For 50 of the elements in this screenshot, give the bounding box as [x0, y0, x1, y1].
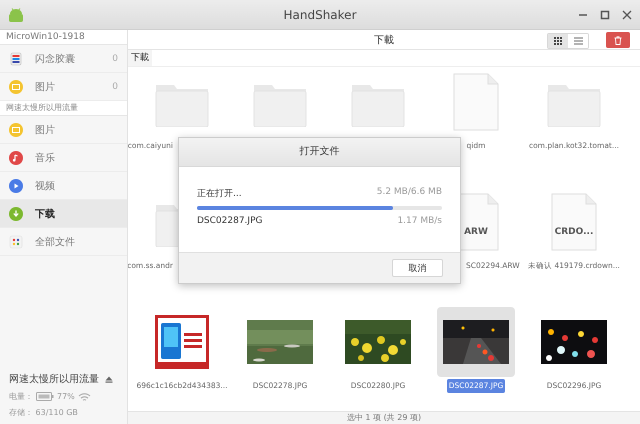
play-icon — [9, 178, 23, 192]
wifi-icon — [78, 392, 91, 402]
item-label: 图片 — [35, 80, 56, 94]
grid-icon — [554, 37, 562, 45]
battery-label: 电量： — [9, 391, 33, 402]
android-icon — [7, 8, 25, 22]
progress-status: 正在打开... — [197, 188, 242, 200]
item-label: 下载 — [35, 208, 56, 220]
list-icon — [574, 37, 582, 45]
eject-icon[interactable] — [105, 376, 113, 382]
item-label: 音乐 — [35, 152, 56, 164]
progress-size: 5.2 MB/6.6 MB — [376, 187, 442, 199]
item-label: 视频 — [35, 180, 56, 192]
image-icon — [9, 80, 23, 94]
item-count: 0 — [112, 54, 118, 64]
device-title: 网速太慢所以用流量 — [9, 372, 99, 386]
sidebar-item[interactable]: 全部文件 — [0, 228, 127, 256]
breadcrumb[interactable]: 下載 — [128, 50, 152, 66]
storage-info: 存储： 63/110 GB — [9, 407, 79, 418]
dialog-title: 打开文件 — [179, 138, 460, 167]
section-heading: 网速太慢所以用流量 — [0, 101, 127, 116]
item-label: 全部文件 — [35, 236, 76, 248]
trash-icon — [614, 36, 622, 44]
device-name: MicroWin10-1918 — [0, 30, 127, 45]
item-count: 0 — [112, 82, 118, 92]
window-title: HandShaker — [283, 8, 356, 22]
music-note-icon — [9, 150, 23, 164]
capsule-icon — [9, 52, 23, 66]
maximize-icon[interactable] — [600, 10, 610, 20]
cancel-button[interactable]: 取消 — [392, 259, 443, 277]
item-label: 闪念胶囊 — [35, 52, 76, 66]
image-icon — [9, 122, 23, 136]
file-name: DSC02287.JPG — [197, 216, 262, 226]
item-label: 图片 — [35, 124, 56, 136]
grid-view-button[interactable] — [548, 34, 568, 48]
delete-button[interactable] — [606, 32, 630, 48]
battery-level: 77% — [57, 392, 75, 401]
sidebar-item[interactable]: 闪念胶囊 0 — [0, 45, 127, 73]
file-type-icon: CRDO... — [551, 193, 597, 251]
battery-icon — [36, 392, 54, 401]
sidebar-item[interactable]: 音乐 — [0, 144, 127, 172]
grid-dots-icon — [9, 234, 23, 248]
download-icon — [9, 206, 23, 220]
sidebar-item[interactable]: 下载 — [0, 200, 127, 228]
close-icon[interactable] — [622, 10, 632, 20]
transfer-speed: 1.17 MB/s — [397, 216, 442, 226]
sidebar-item[interactable]: 图片 — [0, 116, 127, 144]
folder-title: 下載 — [374, 34, 394, 46]
document-icon — [453, 73, 499, 131]
status-bar: 选中 1 项 (共 29 项) — [128, 411, 640, 424]
